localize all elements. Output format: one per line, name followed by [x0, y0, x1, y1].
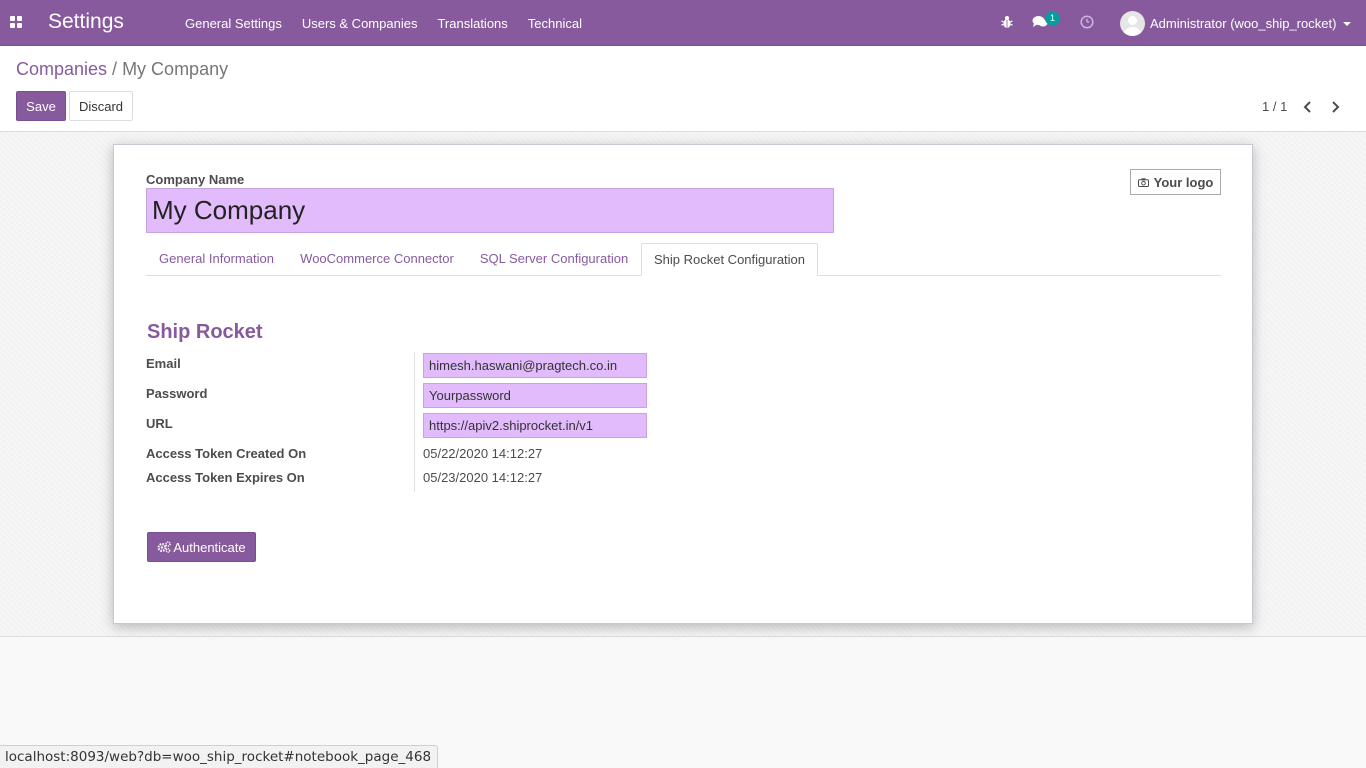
breadcrumb: Companies / My Company [16, 59, 228, 80]
browser-status-url: localhost:8093/web?db=woo_ship_rocket#no… [0, 745, 439, 768]
logo-upload-label: Your logo [1153, 174, 1214, 190]
email-label: Email [146, 356, 181, 371]
avatar [1120, 10, 1145, 36]
url-field[interactable]: https://apiv2.shiprocket.in/v1 [423, 413, 647, 438]
tab-general-information[interactable]: General Information [146, 243, 287, 276]
tab-sql-server-configuration[interactable]: SQL Server Configuration [467, 243, 641, 276]
cogs-icon [157, 541, 172, 553]
pager-value: 1 / 1 [1262, 99, 1288, 114]
authenticate-label: Authenticate [173, 539, 246, 555]
control-panel: Companies / My Company Save Discard 1 / 1 [0, 46, 1366, 132]
menu-general-settings[interactable]: General Settings [175, 16, 292, 31]
logo-upload-button[interactable]: Your logo [1130, 169, 1221, 195]
password-field[interactable]: Yourpassword [423, 383, 647, 408]
breadcrumb-companies-link[interactable]: Companies [16, 59, 107, 79]
bug-icon[interactable] [1001, 15, 1013, 29]
user-name: Administrator (woo_ship_rocket) [1150, 15, 1337, 31]
top-menu: General Settings Users & Companies Trans… [175, 0, 592, 46]
chat-count-badge: 1 [1045, 12, 1060, 25]
form-sheet: Company Name My Company Your logo Genera… [113, 144, 1253, 624]
chevron-right-icon[interactable] [1329, 100, 1341, 114]
breadcrumb-current: My Company [122, 59, 229, 79]
token-expires-value: 05/23/2020 14:12:27 [423, 470, 543, 485]
token-expires-label: Access Token Expires On [146, 470, 305, 485]
token-created-label: Access Token Created On [146, 446, 307, 461]
chevron-left-icon[interactable] [1302, 100, 1314, 114]
menu-technical[interactable]: Technical [518, 16, 592, 31]
url-label: URL [146, 416, 173, 431]
company-name-input[interactable]: My Company [146, 188, 834, 233]
save-button[interactable]: Save [16, 91, 66, 121]
token-created-value: 05/22/2020 14:12:27 [423, 446, 543, 461]
field-separator [414, 352, 415, 492]
email-field[interactable]: himesh.haswani@pragtech.co.in [423, 353, 647, 378]
clock-icon[interactable] [1080, 15, 1094, 29]
camera-icon [1137, 177, 1149, 187]
breadcrumb-separator: / [112, 59, 118, 79]
company-name-label: Company Name [146, 172, 245, 187]
menu-users-companies[interactable]: Users & Companies [292, 16, 428, 31]
tab-ship-rocket-configuration[interactable]: Ship Rocket Configuration [641, 243, 818, 276]
menu-translations[interactable]: Translations [427, 16, 517, 31]
chevron-down-icon [1343, 22, 1352, 26]
section-title: Ship Rocket [147, 321, 263, 343]
notebook-tabs: General Information WooCommerce Connecto… [146, 243, 1221, 276]
authenticate-button[interactable]: Authenticate [147, 532, 256, 562]
top-navbar: Settings General Settings Users & Compan… [0, 0, 1366, 46]
tab-woocommerce-connector[interactable]: WooCommerce Connector [287, 243, 467, 276]
apps-icon[interactable] [10, 16, 22, 28]
password-label: Password [146, 386, 208, 401]
user-menu[interactable]: Administrator (woo_ship_rocket) [1120, 0, 1352, 46]
app-title: Settings [48, 10, 124, 33]
discard-button[interactable]: Discard [69, 91, 133, 121]
